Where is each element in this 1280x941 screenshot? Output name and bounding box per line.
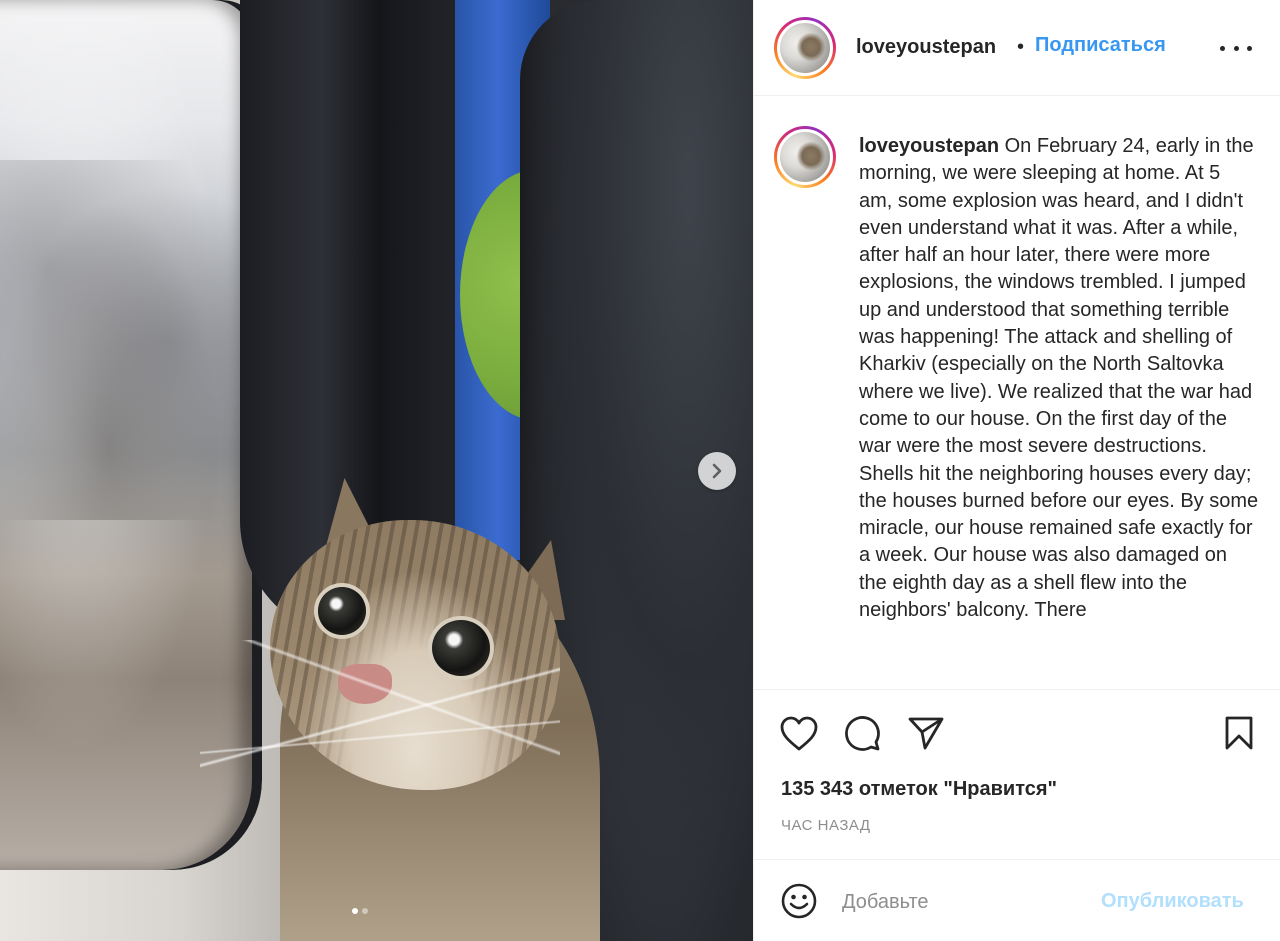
comment-icon	[845, 716, 880, 751]
carousel-next-button[interactable]	[698, 452, 736, 490]
post-timestamp[interactable]: ЧАС НАЗАД	[781, 817, 871, 834]
avatar[interactable]	[774, 17, 836, 79]
post-side-panel: loveyoustepan • Подписаться loveyoustepa…	[753, 0, 1280, 941]
post-image[interactable]	[0, 0, 753, 941]
more-horizontal-icon[interactable]	[1220, 36, 1252, 60]
caption-avatar[interactable]	[774, 126, 836, 188]
post-actions: 135 343 отметок "Нравится" ЧАС НАЗАД	[754, 689, 1280, 859]
caption-username[interactable]: loveyoustepan	[859, 135, 999, 157]
emoji-button[interactable]	[780, 882, 818, 920]
caption-text: loveyoustepan On February 24, early in t…	[859, 133, 1259, 624]
smiley-icon	[781, 883, 817, 919]
post-header: loveyoustepan • Подписаться	[754, 0, 1280, 96]
comment-bar: Опубликовать	[754, 859, 1280, 941]
likes-count[interactable]: 135 343 отметок "Нравится"	[781, 778, 1057, 801]
save-button[interactable]	[1222, 714, 1256, 752]
carousel-indicator	[352, 908, 368, 914]
publish-button[interactable]: Опубликовать	[1101, 890, 1244, 913]
heart-icon	[780, 716, 818, 751]
header-username[interactable]: loveyoustepan	[856, 36, 996, 59]
follow-button[interactable]: Подписаться	[1035, 34, 1166, 57]
paper-plane-icon	[908, 717, 944, 750]
caption-body: On February 24, early in the morning, we…	[859, 135, 1259, 622]
cat-eye-left	[318, 587, 366, 635]
carousel-dot-active	[352, 908, 358, 914]
carousel-dot	[362, 908, 368, 914]
window-trees	[0, 160, 240, 520]
like-button[interactable]	[778, 714, 820, 754]
header-separator: •	[1017, 36, 1025, 58]
comment-button[interactable]	[842, 713, 882, 753]
cat-whiskers	[200, 640, 560, 800]
caption-section: loveyoustepan On February 24, early in t…	[754, 97, 1280, 689]
share-button[interactable]	[906, 713, 946, 753]
chevron-right-icon	[712, 463, 722, 479]
comment-input[interactable]	[842, 888, 1092, 916]
bookmark-icon	[1225, 716, 1253, 750]
